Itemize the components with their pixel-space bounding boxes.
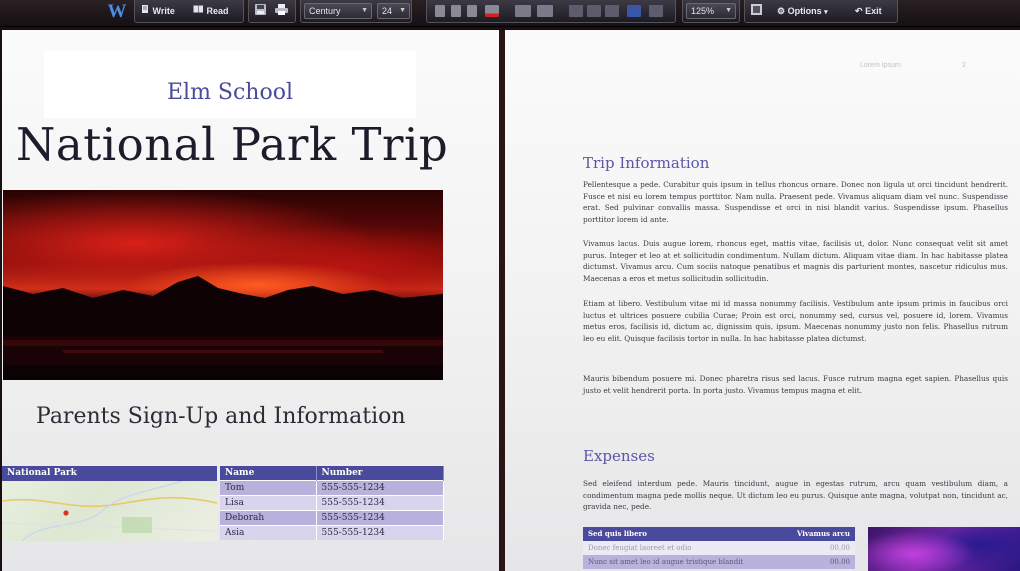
expenses-photo[interactable] xyxy=(868,527,1020,571)
bullets-icon[interactable] xyxy=(515,5,531,17)
expense-amount: 00.00 xyxy=(779,555,855,569)
options-label: Options xyxy=(787,6,822,16)
contact-number: 555-555-1234 xyxy=(316,495,444,511)
numbering-icon[interactable] xyxy=(537,5,553,17)
trip-paragraph[interactable]: Etiam at libero. Vestibulum vitae mi id … xyxy=(583,298,1008,344)
running-header: Lorem Ipsum xyxy=(860,62,901,69)
expenses-heading[interactable]: Expenses xyxy=(583,447,655,465)
contact-name: Lisa xyxy=(220,495,317,511)
font-size-select[interactable]: 24 ▼ xyxy=(377,3,410,19)
bold-icon[interactable] xyxy=(435,5,445,17)
zoom-value: 125% xyxy=(691,6,715,16)
school-name: Elm School xyxy=(166,80,294,105)
options-group: ⚙ Options ▾ ↶ Exit xyxy=(744,0,898,23)
back-arrow-icon: ↶ xyxy=(855,6,863,16)
italic-icon[interactable] xyxy=(451,5,461,17)
app-logo: W xyxy=(107,1,127,22)
contact-number: 555-555-1234 xyxy=(316,480,444,496)
table-row: Nunc sit amet leo id augue tristique bla… xyxy=(583,555,855,569)
write-icon xyxy=(141,3,150,20)
table-row: Deborah 555-555-1234 xyxy=(220,510,444,526)
justify-icon[interactable] xyxy=(627,5,641,17)
chevron-down-icon: ▼ xyxy=(725,7,732,14)
signup-heading[interactable]: Parents Sign-Up and Information xyxy=(36,404,456,429)
chevron-down-icon: ▼ xyxy=(399,7,406,14)
page-number: 2 xyxy=(962,62,966,69)
school-name-box[interactable]: Elm School xyxy=(44,50,416,118)
exit-button[interactable]: ↶ Exit xyxy=(855,3,882,20)
map-header: National Park xyxy=(2,466,217,481)
contact-name: Deborah xyxy=(220,510,317,526)
font-family-select[interactable]: Century ▼ xyxy=(304,3,372,19)
app-toolbar: W Write Read Century ▼ 24 ▼ 125% ▼ ⚙ Opt… xyxy=(0,0,1020,27)
options-button[interactable]: ⚙ Options ▾ xyxy=(777,3,828,20)
spacing-icon[interactable] xyxy=(649,5,663,17)
read-button[interactable]: Read xyxy=(193,3,229,20)
format-group xyxy=(426,0,676,23)
mode-group: Write Read xyxy=(134,0,244,23)
save-icon xyxy=(254,3,267,22)
font-family-value: Century xyxy=(309,6,341,16)
expenses-paragraph[interactable]: Sed eleifend interdum pede. Mauris tinci… xyxy=(583,478,1008,513)
chevron-down-icon: ▼ xyxy=(361,7,368,14)
document-title[interactable]: National Park Trip xyxy=(16,118,486,171)
align-center-icon[interactable] xyxy=(587,5,601,17)
expense-item: Nunc sit amet leo id augue tristique bla… xyxy=(583,555,780,569)
contact-number: 555-555-1234 xyxy=(316,525,444,540)
trip-paragraph[interactable]: Pellentesque a pede. Curabitur quis ipsu… xyxy=(583,179,1008,225)
trip-paragraph[interactable]: Vivamus lacus. Duis augue lorem, rhoncus… xyxy=(583,238,1008,284)
read-label: Read xyxy=(206,6,229,16)
read-icon xyxy=(193,3,204,20)
expenses-table: Sed quis libero Vivamus arcu Donec feugi… xyxy=(583,527,855,569)
exit-label: Exit xyxy=(865,6,882,16)
hero-photo-sunset[interactable] xyxy=(3,190,443,380)
zoom-select[interactable]: 125% ▼ xyxy=(686,3,736,19)
table-row: Asia 555-555-1234 xyxy=(220,525,444,540)
zoom-group: 125% ▼ xyxy=(682,0,740,23)
text-color-icon[interactable] xyxy=(485,5,499,17)
write-button[interactable]: Write xyxy=(141,3,175,20)
trip-information-heading[interactable]: Trip Information xyxy=(583,154,709,172)
save-button[interactable] xyxy=(254,3,267,20)
gear-icon: ⚙ xyxy=(777,6,786,16)
contacts-table: Name Number Tom 555-555-1234 Lisa 555-55… xyxy=(220,466,444,540)
file-group xyxy=(248,0,296,23)
contact-name: Tom xyxy=(220,480,317,496)
contact-name: Asia xyxy=(220,525,317,540)
column-header-amount: Vivamus arcu xyxy=(779,527,855,541)
column-header-number: Number xyxy=(316,466,444,481)
table-row: Tom 555-555-1234 xyxy=(220,480,444,496)
table-row: Donec feugiat laoreet et odio 00.00 xyxy=(583,541,855,555)
align-right-icon[interactable] xyxy=(605,5,619,17)
print-icon xyxy=(274,3,289,22)
expense-item: Donec feugiat laoreet et odio xyxy=(583,541,780,555)
underline-icon[interactable] xyxy=(467,5,477,17)
contact-number: 555-555-1234 xyxy=(316,510,444,526)
trip-paragraph[interactable]: Mauris bibendum posuere mi. Donec pharet… xyxy=(583,373,1008,396)
column-header-name: Name xyxy=(220,466,317,481)
align-left-icon[interactable] xyxy=(569,5,583,17)
write-label: Write xyxy=(152,6,175,16)
insert-picture-button[interactable] xyxy=(750,3,763,20)
park-map[interactable] xyxy=(2,481,217,541)
expense-amount: 00.00 xyxy=(779,541,855,555)
font-group: Century ▼ 24 ▼ xyxy=(300,0,412,23)
column-header-item: Sed quis libero xyxy=(583,527,780,541)
print-button[interactable] xyxy=(274,3,289,20)
table-row: Lisa 555-555-1234 xyxy=(220,495,444,511)
chevron-down-icon: ▾ xyxy=(824,9,828,16)
font-size-value: 24 xyxy=(382,6,393,16)
insert-picture-icon xyxy=(750,3,763,22)
